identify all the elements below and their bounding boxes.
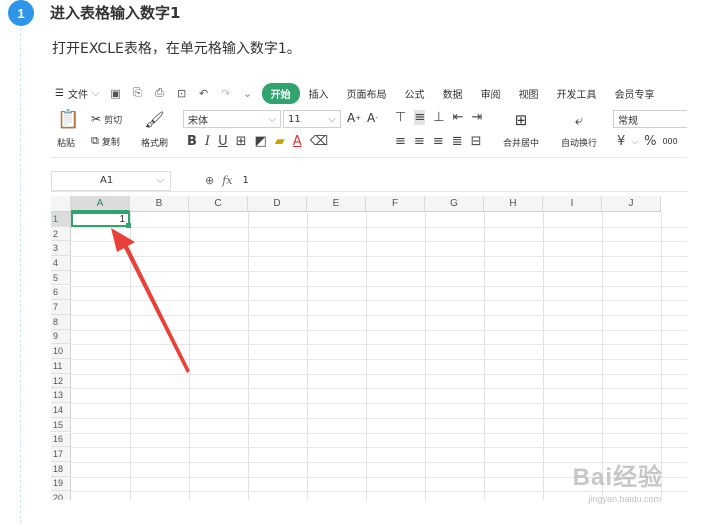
annotation-arrow — [111, 228, 190, 373]
step-connector-line — [20, 28, 21, 524]
step-number-badge: 1 — [8, 0, 34, 26]
step-description: 打开EXCLE表格，在单元格输入数字1。 — [52, 41, 301, 57]
step-title: 进入表格输入数字1 — [50, 4, 181, 22]
spreadsheet-screenshot: ☰ 文件 ⌵ ▣ ⎘ ⎙ ⊡ ↶ ↷ ⌄ 开始 插入 页面布局 公式 数据 审阅… — [51, 80, 687, 500]
baidu-watermark-url: jingyan.baidu.com — [588, 494, 661, 504]
arrow-head — [111, 228, 135, 252]
arrow-shaft — [121, 240, 190, 373]
baidu-watermark-logo: Bai经验 — [572, 464, 663, 491]
